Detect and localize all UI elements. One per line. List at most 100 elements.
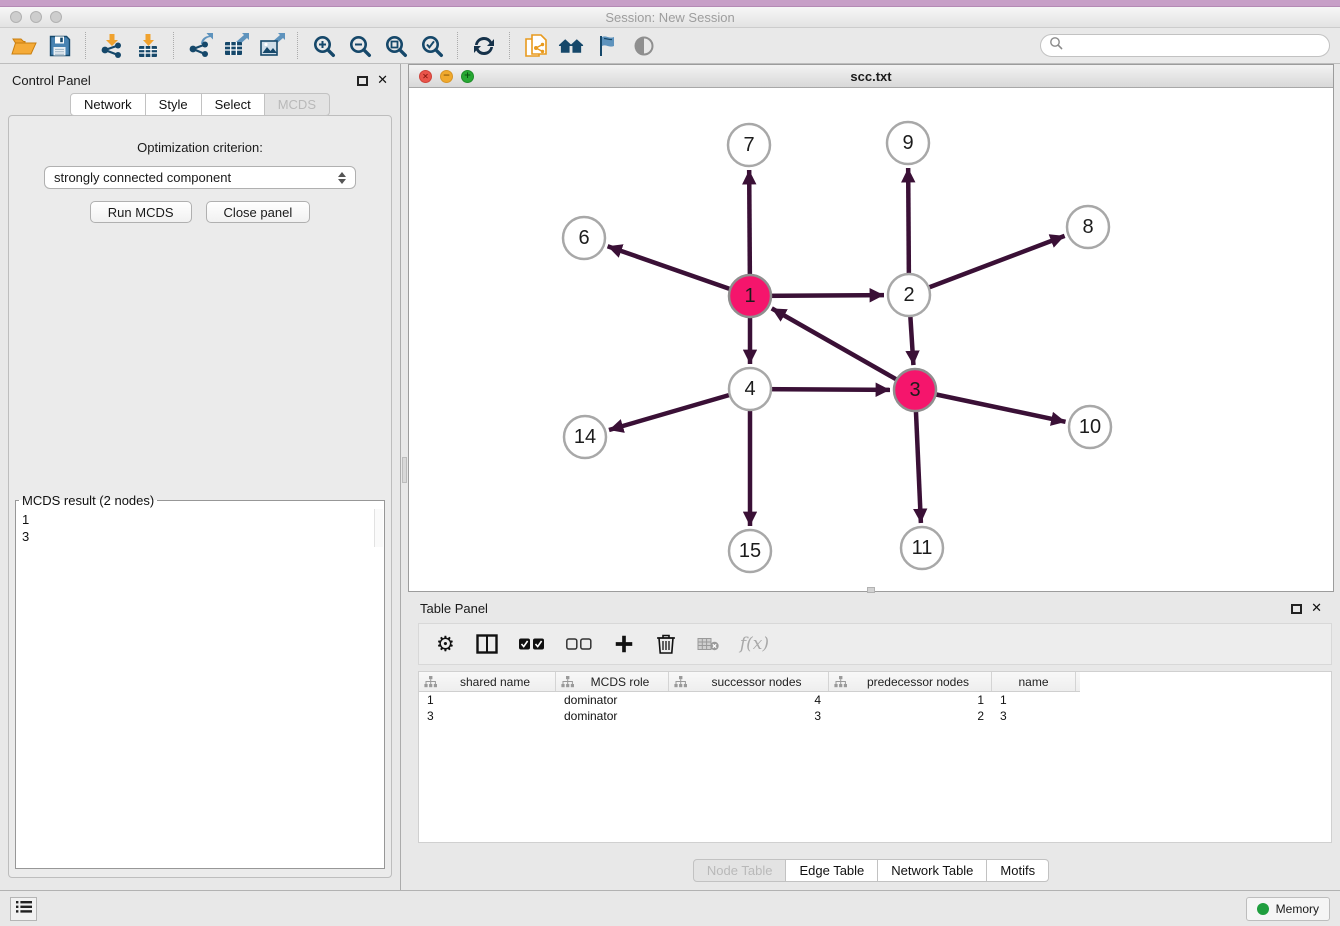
export-network-icon[interactable] [186,32,213,59]
column-label: predecessor nodes [850,675,986,689]
export-table-icon[interactable] [222,32,249,59]
edge-3-1[interactable] [772,308,915,390]
table-options-gear-icon[interactable]: ⚙ [436,631,455,657]
network-graph[interactable]: 7 9 6 8 1 2 4 3 14 10 15 11 [409,88,1333,591]
tab-node-table[interactable]: Node Table [693,859,787,882]
cell[interactable]: 3 [669,709,829,723]
task-history-button[interactable] [10,897,37,921]
close-panel-icon[interactable]: ✕ [377,74,388,87]
zoom-selected-icon[interactable] [418,32,445,59]
add-column-icon[interactable] [613,631,635,657]
node-9[interactable]: 9 [887,122,929,164]
network-from-file-icon[interactable] [522,32,549,59]
node-7[interactable]: 7 [728,124,770,166]
node-2[interactable]: 2 [888,274,930,316]
tab-edge-table[interactable]: Edge Table [786,859,878,882]
search-box[interactable] [1040,34,1330,57]
svg-text:9: 9 [902,132,913,154]
edge-1-6[interactable] [608,246,750,296]
close-panel-button[interactable]: Close panel [206,201,311,223]
apply-layout-icon[interactable] [470,32,497,59]
tab-motifs[interactable]: Motifs [987,859,1049,882]
node-3[interactable]: 3 [894,369,936,411]
open-session-icon[interactable] [10,32,37,59]
minimize-network-icon[interactable] [440,70,453,83]
column-header-predecessor-nodes[interactable]: predecessor nodes [829,672,992,691]
node-8[interactable]: 8 [1067,206,1109,248]
column-header-name[interactable]: name [992,672,1076,691]
node-6[interactable]: 6 [563,217,605,259]
edge-3-10[interactable] [915,390,1066,422]
zoom-fit-icon[interactable] [382,32,409,59]
cell[interactable]: 1 [419,693,556,707]
save-session-icon[interactable] [46,32,73,59]
node-11[interactable]: 11 [901,527,943,569]
node-table: shared nameMCDS rolesuccessor nodes prede… [418,671,1332,843]
column-header-shared-name[interactable]: shared name [419,672,556,691]
horizontal-splitter-handle[interactable] [867,587,875,593]
node-15[interactable]: 15 [729,530,771,572]
column-header-mcds-role[interactable]: MCDS role [556,672,669,691]
tab-network-table[interactable]: Network Table [878,859,987,882]
select-all-columns-icon[interactable] [519,631,545,657]
list-icon [16,900,32,918]
import-table-icon[interactable] [134,32,161,59]
cell[interactable]: 1 [829,693,992,707]
column-header-successor-nodes[interactable]: successor nodes [669,672,829,691]
edge-2-8[interactable] [909,236,1065,295]
search-input[interactable] [1068,38,1321,54]
function-builder-icon[interactable]: f(x) [740,631,769,657]
table-row[interactable]: 3dominator323 [419,708,1331,724]
table-row[interactable]: 1dominator411 [419,692,1331,708]
cell[interactable]: dominator [556,709,669,723]
result-scrollbar[interactable] [374,509,383,547]
cell[interactable]: 2 [829,709,992,723]
close-window-button[interactable] [10,11,22,23]
node-10[interactable]: 10 [1069,406,1111,448]
cell[interactable]: 3 [419,709,556,723]
zoom-window-button[interactable] [50,11,62,23]
import-network-icon[interactable] [98,32,125,59]
float-panel-icon[interactable] [357,76,368,86]
mcds-result-text[interactable]: 1 3 [17,509,374,547]
cell[interactable]: 1 [992,693,1076,707]
network-canvas[interactable]: 7 9 6 8 1 2 4 3 14 10 15 11 [409,88,1333,591]
show-column-icon[interactable] [476,631,498,657]
cell[interactable]: dominator [556,693,669,707]
delete-table-icon[interactable] [697,631,719,657]
column-tree-icon [424,676,437,688]
cell[interactable]: 3 [992,709,1076,723]
cell[interactable]: 4 [669,693,829,707]
zoom-out-icon[interactable] [346,32,373,59]
column-label: name [997,675,1070,689]
network-window-titlebar[interactable]: scc.txt [409,65,1333,88]
export-image-icon[interactable] [258,32,285,59]
node-4[interactable]: 4 [729,368,771,410]
svg-text:8: 8 [1082,216,1093,238]
tab-network[interactable]: Network [70,93,146,116]
tab-select[interactable]: Select [202,93,265,116]
vertical-splitter[interactable] [400,64,408,890]
mcds-result-title: MCDS result (2 nodes) [19,493,157,508]
hide-details-eye-icon[interactable] [630,32,657,59]
unselect-all-columns-icon[interactable] [566,631,592,657]
run-mcds-button[interactable]: Run MCDS [90,201,192,223]
criterion-select[interactable]: strongly connected component [44,166,356,189]
table-body: 1dominator4113dominator323 [419,692,1331,724]
float-table-panel-icon[interactable] [1291,604,1302,614]
home-icon[interactable] [558,32,585,59]
node-1[interactable]: 1 [729,275,771,317]
tab-style[interactable]: Style [146,93,202,116]
splitter-handle[interactable] [402,457,407,483]
minimize-window-button[interactable] [30,11,42,23]
close-network-icon[interactable] [419,70,432,83]
tab-mcds[interactable]: MCDS [265,93,330,116]
zoom-in-icon[interactable] [310,32,337,59]
svg-text:1: 1 [744,285,755,307]
node-14[interactable]: 14 [564,416,606,458]
close-table-panel-icon[interactable]: ✕ [1311,602,1322,615]
delete-column-trash-icon[interactable] [656,631,676,657]
memory-button[interactable]: Memory [1246,897,1330,921]
flag-icon[interactable] [594,32,621,59]
maximize-network-icon[interactable] [461,70,474,83]
